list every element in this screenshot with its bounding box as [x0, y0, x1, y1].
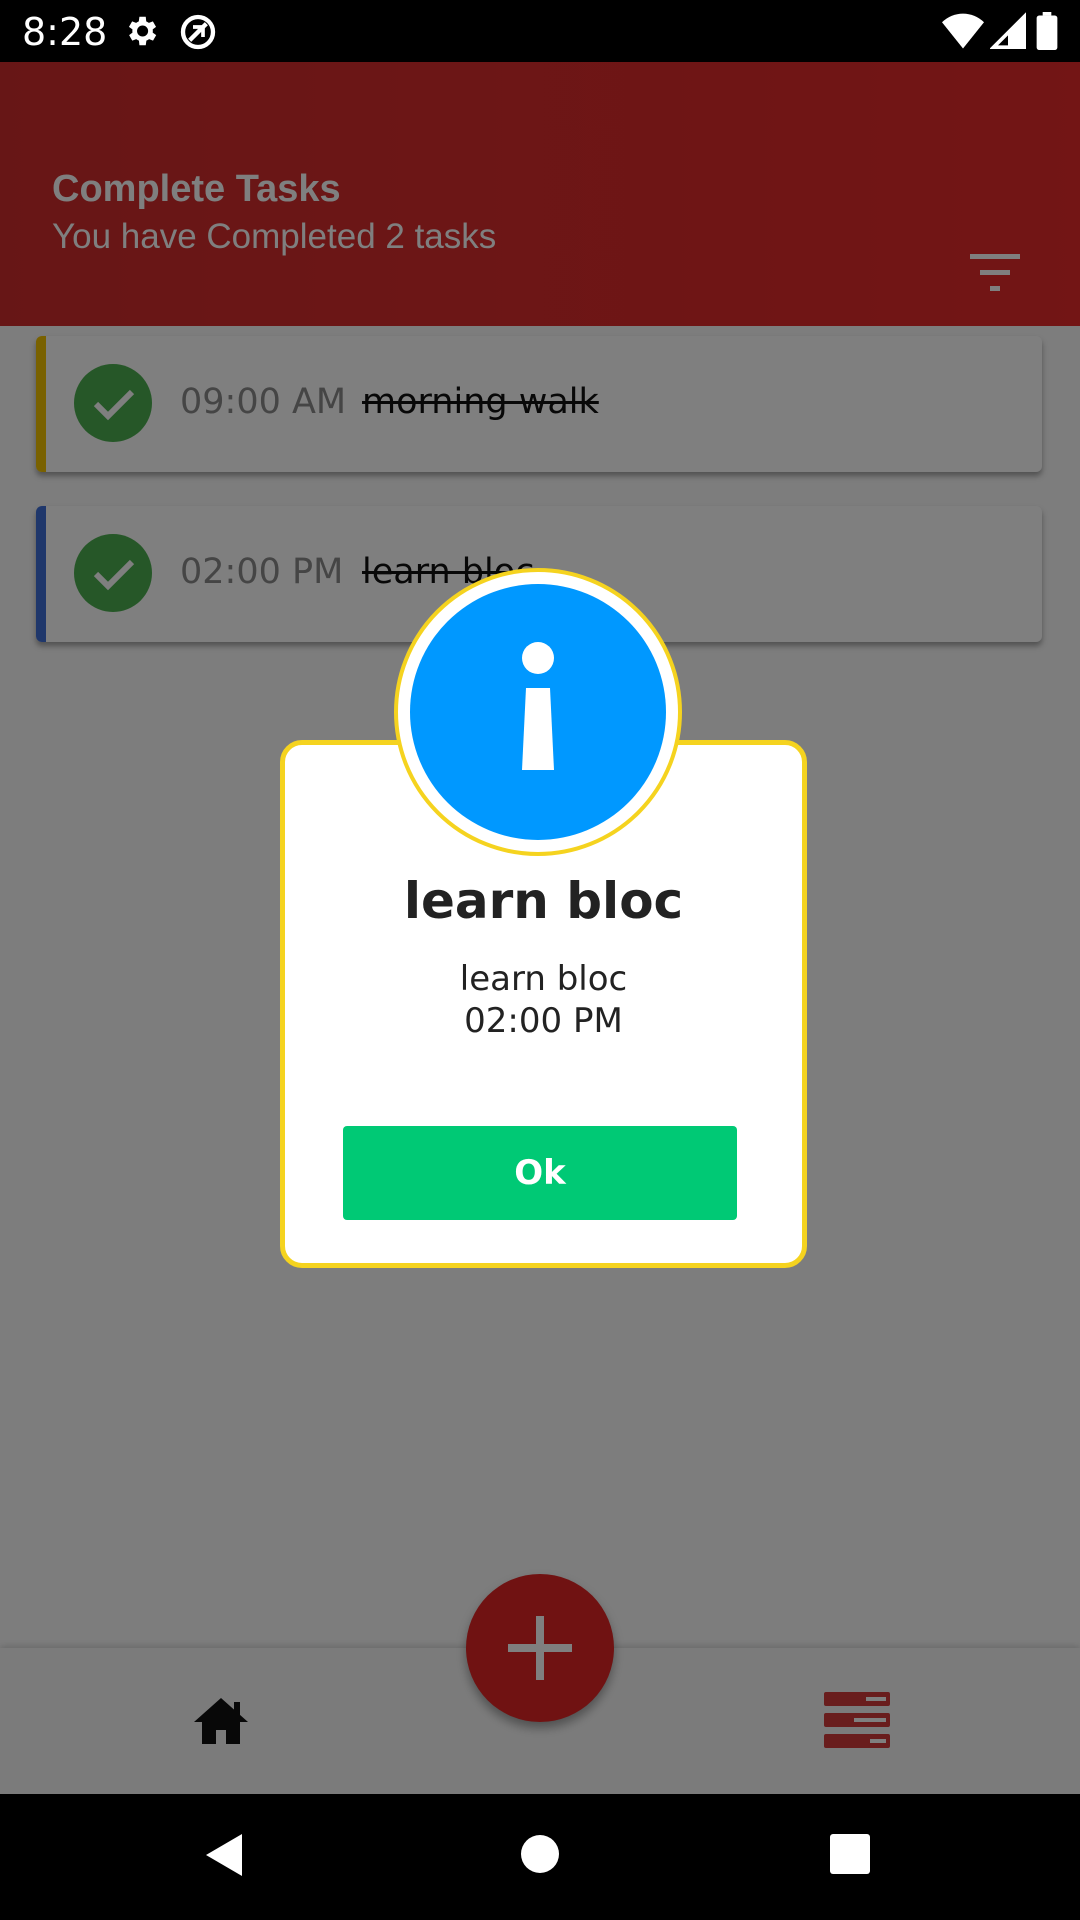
status-bar: 8:28 [0, 0, 1080, 62]
dialog-badge [394, 568, 682, 856]
signal-icon [989, 12, 1026, 55]
sync-disabled-icon [178, 12, 218, 57]
battery-icon [1036, 12, 1058, 55]
dialog-body: learn bloc 02:00 PM [280, 958, 807, 1042]
wifi-icon [942, 12, 984, 55]
dialog-body-line: learn bloc [459, 959, 628, 999]
dialog-title: learn bloc [403, 872, 684, 930]
android-nav-bar [0, 1794, 1080, 1920]
recents-icon[interactable] [830, 1834, 870, 1879]
status-time: 8:28 [22, 10, 108, 54]
back-icon[interactable] [204, 1832, 244, 1883]
ok-button[interactable]: Ok [343, 1126, 737, 1220]
home-circle-icon[interactable] [520, 1834, 560, 1879]
settings-icon [122, 12, 160, 55]
info-icon [410, 584, 666, 840]
dialog-body-line: 02:00 PM [464, 1001, 623, 1041]
